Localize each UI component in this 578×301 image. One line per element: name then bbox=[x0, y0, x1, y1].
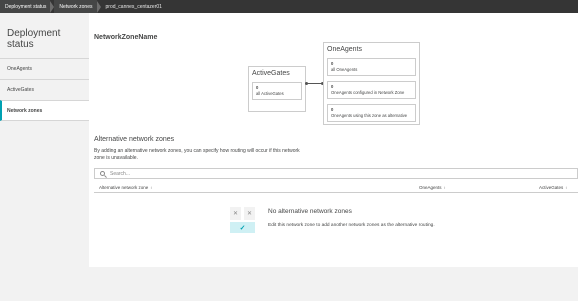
table-header: Alternative network zone ↕ OneAgents ↕ Act… bbox=[94, 183, 578, 193]
oneagents-all-label: all OneAgents bbox=[331, 67, 358, 72]
column-header-oneagents[interactable]: OneAgents ↕ bbox=[419, 185, 446, 190]
activegates-count-label: all ActiveGates bbox=[256, 91, 284, 96]
breadcrumb-item-deployment-status[interactable]: Deployment status bbox=[0, 0, 51, 13]
main-content: NetworkZoneName ActiveGates 0 all Active… bbox=[89, 13, 578, 267]
empty-state-title: No alternative network zones bbox=[268, 208, 352, 215]
search-input[interactable] bbox=[110, 170, 410, 177]
column-header-alternative-zone[interactable]: Alternative network zone ↕ bbox=[99, 185, 152, 190]
sort-icon: ↕ bbox=[150, 185, 153, 190]
sidebar-title: Deployment status bbox=[7, 28, 61, 50]
x-icon: ✕ bbox=[244, 207, 255, 220]
oneagents-box-title: OneAgents bbox=[327, 46, 363, 53]
alternative-zones-description: By adding an alternative network zones, … bbox=[94, 148, 300, 161]
oneagents-box: OneAgents 0 all OneAgents 0 OneAgents co… bbox=[323, 42, 420, 125]
sidebar: Deployment status OneAgents ActiveGates … bbox=[0, 13, 89, 301]
search-icon bbox=[100, 171, 105, 176]
zone-connector bbox=[305, 82, 324, 85]
column-header-label: OneAgents bbox=[419, 185, 442, 190]
sidebar-item-network-zones[interactable]: Network zones bbox=[0, 100, 89, 121]
page-title: NetworkZoneName bbox=[94, 34, 158, 41]
oneagents-configured-label: OneAgents configured in Network Zone bbox=[331, 90, 405, 95]
column-header-label: Alternative network zone bbox=[99, 185, 149, 190]
column-header-activegates[interactable]: ActiveGates ↕ bbox=[539, 185, 567, 190]
activegates-box: ActiveGates 0 all ActiveGates bbox=[248, 66, 306, 112]
breadcrumb-item-network-zones[interactable]: Network zones bbox=[54, 0, 97, 13]
oneagents-all-card[interactable]: 0 all OneAgents bbox=[327, 58, 416, 76]
breadcrumb: Deployment status Network zones prod_can… bbox=[0, 0, 578, 13]
empty-state-text: Edit this network zone to add another ne… bbox=[268, 223, 435, 228]
column-header-label: ActiveGates bbox=[539, 185, 564, 190]
oneagents-configured-card[interactable]: 0 OneAgents configured in Network Zone bbox=[327, 81, 416, 99]
empty-state-icon: ✕ ✕ ✓ bbox=[230, 207, 255, 239]
activegates-count-card[interactable]: 0 all ActiveGates bbox=[252, 82, 302, 100]
breadcrumb-item-current: prod_cannes_centazer01 bbox=[100, 0, 166, 13]
alternative-zones-title: Alternative network zones bbox=[94, 136, 175, 143]
checkmark-icon: ✓ bbox=[230, 222, 255, 233]
sort-icon: ↕ bbox=[565, 185, 568, 190]
oneagents-alternative-card[interactable]: 0 OneAgents using this zone as alternati… bbox=[327, 104, 416, 122]
sort-icon: ↕ bbox=[443, 185, 446, 190]
activegates-box-title: ActiveGates bbox=[252, 70, 290, 77]
sidebar-item-oneagents[interactable]: OneAgents bbox=[0, 58, 89, 79]
search-bar bbox=[94, 168, 578, 179]
oneagents-alternative-label: OneAgents using this zone as alternative bbox=[331, 113, 408, 118]
x-icon: ✕ bbox=[230, 207, 241, 220]
sidebar-item-activegates[interactable]: ActiveGates bbox=[0, 79, 89, 100]
